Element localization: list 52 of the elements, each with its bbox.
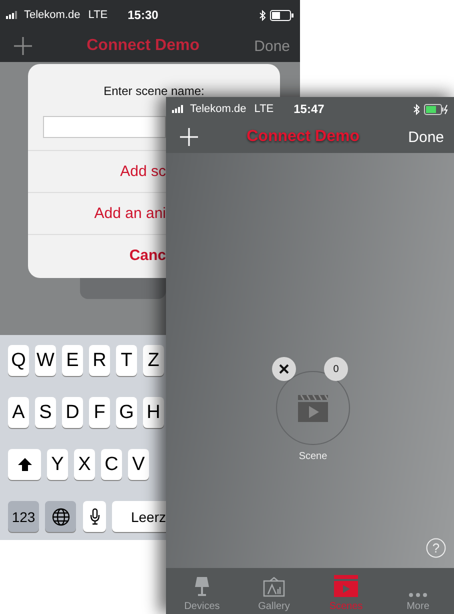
keyboard-key[interactable]: Q [8,345,29,376]
more-icon [409,593,427,597]
arrow-up-icon [18,458,32,471]
keyboard-key[interactable]: D [62,397,83,428]
clapperboard-icon [334,575,358,597]
network-type: LTE [88,9,108,21]
clapperboard-icon [298,394,328,422]
space-key[interactable]: Leerz [112,501,166,532]
plus-icon [14,37,32,55]
keyboard-key[interactable]: V [128,449,149,480]
keyboard-key[interactable]: S [35,397,56,428]
done-button[interactable]: Done [254,38,290,54]
done-button[interactable]: Done [408,128,444,146]
keyboard-key[interactable]: Y [47,449,68,480]
bluetooth-icon [259,10,266,20]
network-type: LTE [254,103,274,115]
keyboard-key[interactable]: C [101,449,122,480]
keyboard-key[interactable]: E [62,345,83,376]
keyboard-key[interactable]: T [116,345,137,376]
app-title: Connect Demo [86,37,201,55]
carrier-name: Telekom.de [24,9,80,21]
plus-icon [180,128,198,146]
microphone-key[interactable] [83,501,106,532]
signal-icon [6,11,20,19]
keyboard-key[interactable]: X [74,449,95,480]
microphone-icon [90,508,100,525]
keyboard-key[interactable]: A [8,397,29,428]
keyboard-key[interactable]: F [89,397,110,428]
bluetooth-icon [413,104,420,114]
keyboard-key[interactable]: G [116,397,137,428]
clock-time: 15:30 [128,8,158,22]
app-title: Connect Demo [246,128,361,146]
lamp-icon [195,577,209,597]
globe-key[interactable] [45,501,76,532]
signal-icon [172,105,186,113]
keyboard-key[interactable]: R [89,345,110,376]
clock-time: 15:47 [294,102,324,116]
close-icon [279,364,289,374]
picture-frame-icon [263,577,285,597]
dialog-title: Enter scene name: [102,84,206,98]
add-button[interactable] [14,37,32,55]
shift-key[interactable] [8,449,41,480]
globe-icon [52,508,70,526]
keyboard-key[interactable]: H [143,397,164,428]
input-field[interactable] [43,116,166,138]
numbers-key[interactable]: 123 [8,501,39,532]
scene-label: Scene [298,451,328,462]
delete-button[interactable] [272,357,296,381]
count-badge: 0 [324,357,348,381]
keyboard-key[interactable]: W [35,345,56,376]
keyboard-key[interactable]: Z [143,345,164,376]
carrier-name: Telekom.de [190,103,246,115]
